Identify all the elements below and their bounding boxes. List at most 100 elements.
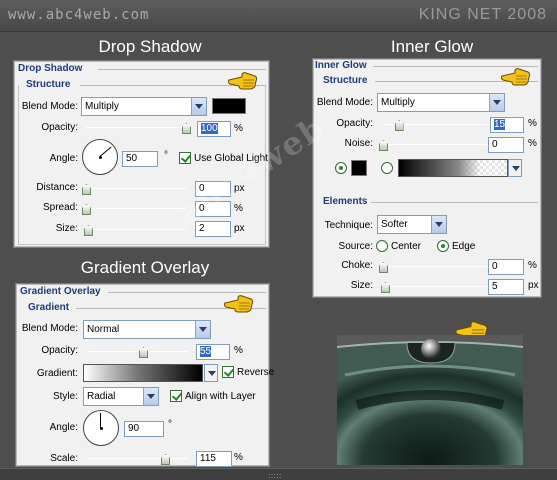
opacity-field[interactable]: 100 [197,121,231,137]
opacity-field[interactable]: 55 [196,344,230,360]
align-with-layer-checkbox[interactable] [170,390,182,402]
inner-glow-heading: Inner Glow [390,37,474,56]
technique-value: Softer [381,219,408,230]
dropdown-arrow-icon[interactable] [489,94,504,111]
angle-dial-icon[interactable] [83,410,119,446]
blend-mode-label: Blend Mode: [316,97,373,108]
style-label: Style: [52,391,78,402]
dropdown-arrow-icon[interactable] [509,160,521,176]
panel-title: Gradient Overlay [20,286,101,297]
group-title: Structure [26,79,74,90]
divider [98,69,266,70]
panel-title: Inner Glow [315,60,367,71]
size-slider[interactable] [84,225,186,236]
glow-color-swatch[interactable] [351,160,367,176]
technique-select[interactable]: Softer [377,215,447,234]
slider-thumb-icon[interactable] [381,282,391,293]
align-with-layer-label: Align with Layer [185,391,256,402]
blend-mode-value: Multiply [85,101,119,112]
pointing-hand-icon [501,68,531,86]
dropdown-arrow-icon[interactable] [195,321,210,338]
angle-label: Angle: [49,422,78,433]
gradient-picker-dropdown[interactable] [204,364,218,382]
global-light-checkbox[interactable] [179,152,191,164]
site-url: www.abc4web.com [8,7,150,23]
opacity-label: Opacity: [41,122,78,133]
choke-label: Choke: [341,260,373,271]
overlay-gradient-bar[interactable] [83,364,203,382]
opacity-unit: % [234,123,243,134]
slider-thumb-icon[interactable] [379,262,388,273]
shadow-color-swatch[interactable] [212,98,246,114]
source-center-radio[interactable] [376,240,388,252]
choke-unit: % [528,260,537,271]
noise-field[interactable]: 0 [488,137,524,153]
technique-label: Technique: [324,220,373,231]
gradient-overlay-heading: Gradient Overlay [80,258,210,277]
global-light-label: Use Global Light [194,153,268,164]
spread-field[interactable]: 0 [195,201,231,217]
style-select[interactable]: Radial [83,387,159,406]
choke-field[interactable]: 0 [488,259,524,275]
size-label: Size: [55,223,78,234]
noise-unit: % [528,138,537,149]
noise-label: Noise: [344,138,373,149]
opacity-slider[interactable] [86,123,191,134]
slider-thumb-icon[interactable] [161,454,170,465]
structure-title: Structure [323,75,368,86]
blend-mode-value: Normal [87,324,120,335]
scale-field[interactable]: 115 [196,451,232,467]
angle-unit: ° [168,419,172,430]
angle-dial-icon[interactable] [82,139,118,175]
slider-thumb-icon[interactable] [84,225,93,236]
choke-slider[interactable] [379,262,487,273]
dropdown-arrow-icon[interactable] [191,98,206,115]
gradient-picker-dropdown[interactable] [508,159,522,177]
distance-field[interactable]: 0 [195,181,231,197]
color-radio[interactable] [335,162,347,174]
group-title: Gradient [28,302,70,313]
angle-field[interactable]: 90 [124,421,164,437]
blend-mode-select[interactable]: Multiply [377,93,505,112]
spread-slider[interactable] [82,204,186,215]
resize-grip-icon[interactable]: ::::: [268,471,281,480]
distance-slider[interactable] [82,184,186,195]
top-banner: www.abc4web.com KING NET 2008 [0,0,557,32]
size-field[interactable]: 5 [488,279,524,295]
opacity-label: Opacity: [41,345,78,356]
pointing-hand-icon [224,295,254,313]
opacity-label: Opacity: [336,118,373,129]
scale-slider[interactable] [88,454,188,465]
dropdown-arrow-icon[interactable] [205,365,217,381]
distance-label: Distance: [36,182,78,193]
spread-unit: % [234,203,243,214]
dropdown-arrow-icon[interactable] [431,216,446,233]
gradient-radio[interactable] [381,162,393,174]
drop-shadow-heading: Drop Shadow [98,37,202,56]
blend-mode-select[interactable]: Normal [83,320,211,339]
opacity-slider[interactable] [88,347,188,358]
scale-label: Scale: [50,453,78,464]
blend-mode-select[interactable]: Multiply [81,97,207,116]
source-edge-label: Edge [452,241,476,252]
reverse-label: Reverse [237,367,275,378]
size-unit: px [234,223,245,234]
size-slider[interactable] [381,282,487,293]
panel-title: Drop Shadow [18,63,83,74]
angle-field[interactable]: 50 [122,151,158,167]
glow-gradient-bar[interactable] [398,159,508,177]
source-center-label: Center [391,241,422,252]
scale-unit: % [234,452,243,463]
source-edge-radio[interactable] [437,240,449,252]
slider-thumb-icon[interactable] [379,140,388,151]
size-field[interactable]: 2 [195,221,231,237]
opacity-field[interactable]: 15 [490,117,524,133]
opacity-slider[interactable] [383,120,487,131]
dropdown-arrow-icon[interactable] [143,388,158,405]
bottom-bar: ::::: [0,468,557,480]
slider-thumb-icon[interactable] [394,120,404,131]
blend-mode-label: Blend Mode: [21,323,78,334]
noise-slider[interactable] [379,140,487,151]
slider-thumb-icon[interactable] [139,347,148,358]
reverse-checkbox[interactable] [222,366,234,378]
